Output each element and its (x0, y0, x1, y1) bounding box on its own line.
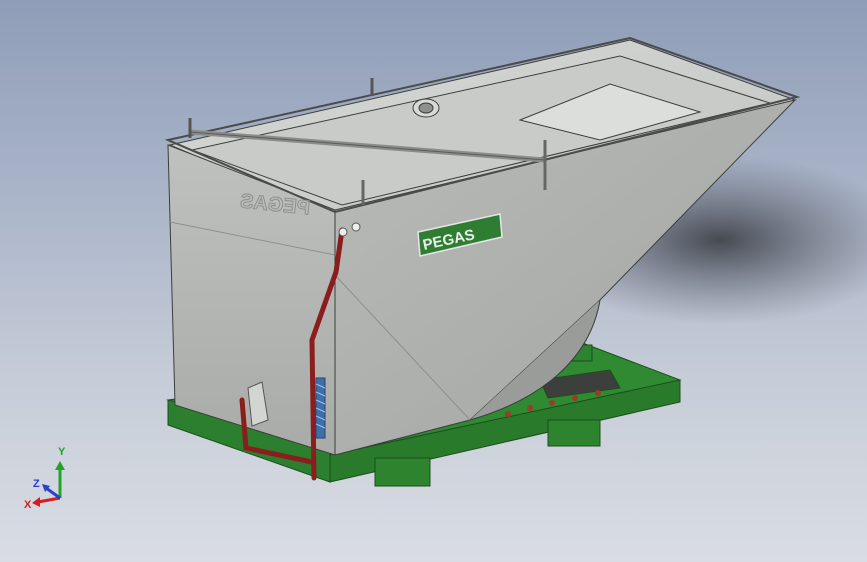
x-axis-label: X (24, 499, 32, 511)
spring (315, 377, 326, 439)
x-arrow-head-icon (32, 497, 40, 507)
y-axis-label: Y (58, 446, 66, 458)
x-axis-arrow (37, 496, 61, 504)
model-viewport[interactable]: PEGAS PEGAS Y X Z (0, 0, 867, 562)
z-axis-arrow (45, 486, 61, 500)
hopper-model[interactable]: PEGAS PEGAS Y X Z (0, 0, 867, 562)
coordinate-triad[interactable]: Y X Z (24, 446, 66, 511)
z-axis-label: Z (33, 478, 40, 490)
y-arrow-head-icon (55, 461, 65, 470)
